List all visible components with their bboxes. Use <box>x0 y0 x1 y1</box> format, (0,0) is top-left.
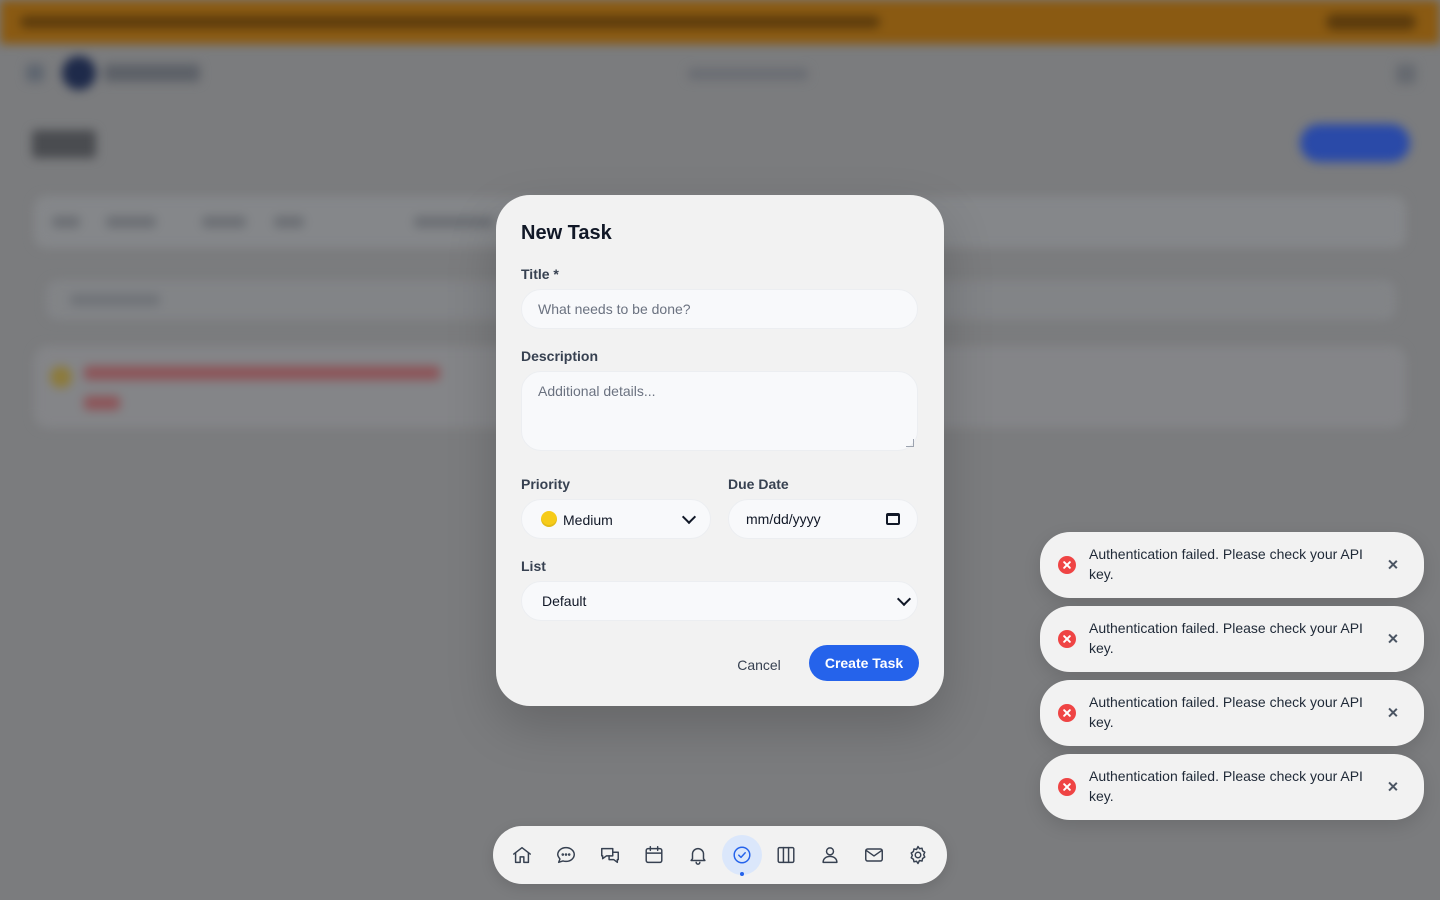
cancel-button[interactable]: Cancel <box>735 655 783 675</box>
resize-handle[interactable] <box>906 439 914 447</box>
create-task-button[interactable]: Create Task <box>809 645 919 681</box>
title-input[interactable]: What needs to be done? <box>521 289 918 329</box>
chevron-down-icon <box>896 591 912 607</box>
header-center <box>688 68 808 80</box>
dock-mail[interactable] <box>854 835 894 875</box>
error-icon <box>1058 704 1076 722</box>
user-icon <box>822 847 838 864</box>
menu-icon <box>26 64 44 82</box>
bell-icon <box>690 847 706 865</box>
dock-chat[interactable] <box>546 835 586 875</box>
modal-title: New Task <box>521 222 612 244</box>
list-select[interactable]: Default <box>521 581 918 621</box>
due-date-label: Due Date <box>728 476 789 492</box>
header-corner-icon <box>1396 64 1416 84</box>
error-toast: Authentication failed. Please check your… <box>1040 606 1424 672</box>
dock-board[interactable] <box>766 835 806 875</box>
dock-settings[interactable] <box>898 835 938 875</box>
calendar-icon <box>645 846 663 864</box>
app-brand <box>104 64 200 82</box>
priority-medium-icon <box>541 510 557 527</box>
new-task-modal: New Task Title * What needs to be done? … <box>496 195 944 706</box>
dock-profile[interactable] <box>810 835 850 875</box>
error-icon <box>1058 778 1076 796</box>
calendar-icon[interactable] <box>886 513 900 525</box>
priority-label: Priority <box>521 476 571 492</box>
priority-value: Medium <box>563 511 613 528</box>
title-label: Title * <box>521 266 559 282</box>
mail-icon <box>865 848 883 862</box>
close-icon[interactable] <box>1384 778 1402 796</box>
active-indicator <box>740 872 744 876</box>
dock-tasks[interactable] <box>722 835 762 875</box>
dock-notifications[interactable] <box>678 835 718 875</box>
list-value: Default <box>542 593 587 609</box>
columns-icon <box>777 846 795 864</box>
home-icon <box>513 846 531 864</box>
close-icon[interactable] <box>1384 630 1402 648</box>
description-placeholder: Additional details... <box>538 383 656 399</box>
toast-message: Authentication failed. Please check your… <box>1089 694 1363 730</box>
dock-calendar[interactable] <box>634 835 674 875</box>
chevron-down-icon <box>681 509 697 525</box>
new-task-button <box>1300 124 1410 162</box>
due-date-input[interactable]: mm/dd/yyyy <box>728 499 918 539</box>
error-icon <box>1058 630 1076 648</box>
toast-message: Authentication failed. Please check your… <box>1089 620 1363 656</box>
close-icon[interactable] <box>1384 556 1402 574</box>
dock-home[interactable] <box>502 835 542 875</box>
priority-select[interactable]: Medium <box>521 499 711 539</box>
error-toast: Authentication failed. Please check your… <box>1040 680 1424 746</box>
error-icon <box>1058 556 1076 574</box>
error-toast: Authentication failed. Please check your… <box>1040 754 1424 820</box>
toast-message: Authentication failed. Please check your… <box>1089 546 1363 582</box>
toast-message: Authentication failed. Please check your… <box>1089 768 1363 804</box>
warning-banner <box>0 0 1440 44</box>
description-label: Description <box>521 348 599 364</box>
gear-icon <box>910 845 926 865</box>
due-date-value: mm/dd/yyyy <box>746 511 821 527</box>
list-label: List <box>521 558 546 574</box>
check-circle-icon <box>733 846 751 864</box>
dock-conversations[interactable] <box>590 835 630 875</box>
conversations-icon <box>601 847 619 864</box>
close-icon[interactable] <box>1384 704 1402 722</box>
description-textarea[interactable]: Additional details... <box>521 371 918 451</box>
page-title <box>32 130 96 158</box>
error-toast: Authentication failed. Please check your… <box>1040 532 1424 598</box>
chat-icon <box>557 846 575 864</box>
bottom-dock <box>493 826 947 884</box>
app-logo <box>62 56 96 90</box>
